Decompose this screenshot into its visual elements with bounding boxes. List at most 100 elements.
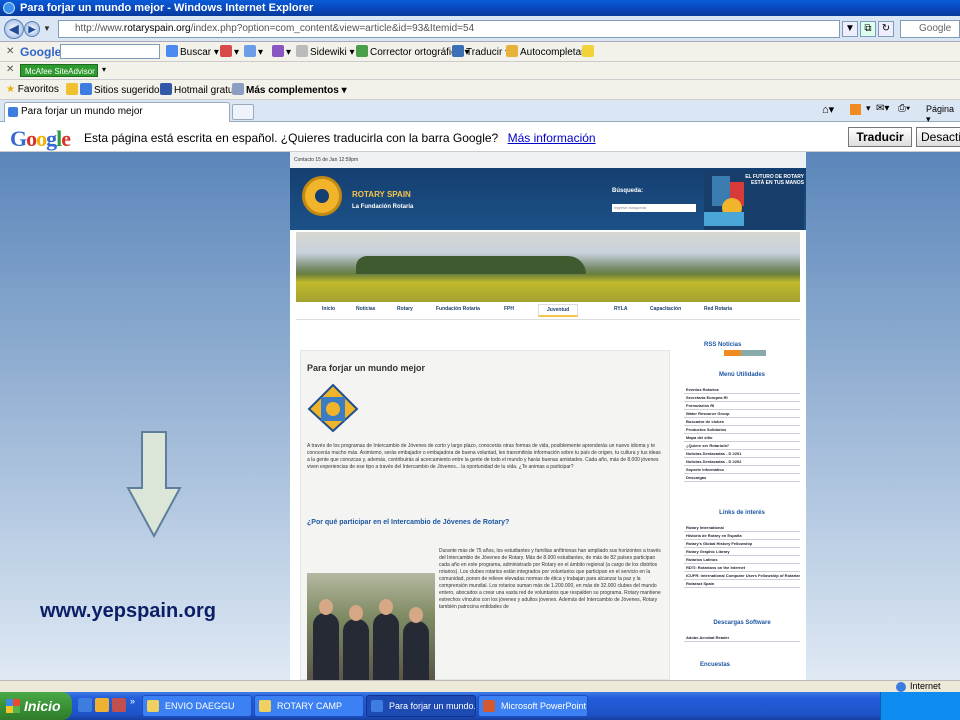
bookmark-button[interactable]: ▾ (220, 45, 239, 59)
menu-utilidades-item[interactable]: Buscador de clubes (684, 418, 800, 426)
student-figure (343, 605, 369, 680)
forward-button[interactable]: ▶ (24, 21, 40, 37)
downloads-item[interactable]: Adobe Acrobat Reader (684, 634, 800, 642)
folder-icon (259, 700, 271, 712)
menu-utilidades-item[interactable]: Descargas (684, 474, 800, 482)
back-button[interactable]: ◀ (4, 19, 24, 39)
site-search-label: Búsqueda: (612, 188, 644, 194)
menu-utilidades-item[interactable]: ¿Quiere ser Rotario/a? (684, 442, 800, 450)
nav-inicio[interactable]: Inicio (322, 306, 335, 312)
site-header: ROTARY SPAIN La Fundación Rotaria Búsque… (290, 168, 806, 230)
links-item[interactable]: ICUFR: International Computer Users Fell… (684, 572, 800, 580)
disable-translate-button[interactable]: Desactiv (916, 127, 960, 147)
addons-icon (232, 83, 244, 95)
home-icon[interactable]: ⌂▾ (822, 103, 834, 116)
share-button[interactable]: ▾ (244, 45, 263, 59)
rotary-youth-exchange-logo (307, 383, 359, 433)
menu-utilidades-item[interactable]: Secretaría Europea RI (684, 394, 800, 402)
nav-noticias[interactable]: Noticias (356, 306, 375, 312)
url-input[interactable]: http://www.rotaryspain.org/index.php?opt… (58, 20, 840, 38)
more-info-link[interactable]: Más información (508, 131, 596, 145)
site-top-bar: Contacto 15 de Jan 12:59pm (290, 152, 806, 168)
task-rotary-camp[interactable]: ROTARY CAMP (254, 695, 364, 717)
links-item[interactable]: Rotary Graphic Library (684, 548, 800, 556)
refresh-icon[interactable]: ↻ (878, 21, 894, 37)
more-addons-link[interactable]: Más complementos ▾ (232, 83, 347, 97)
student-figure (403, 607, 429, 680)
url-dropdown-icon[interactable]: ▼ (842, 21, 858, 37)
task-label: Microsoft PowerPoint ... (501, 701, 588, 711)
outlook-quicklaunch-icon[interactable] (95, 698, 109, 712)
site-search-input[interactable]: Ingrese búsqueda (612, 204, 696, 212)
spellcheck-icon (356, 45, 368, 57)
rss-icon[interactable] (850, 104, 861, 115)
start-button[interactable]: Inicio (0, 692, 72, 720)
task-envio-daeggu[interactable]: ENVIO DAEGGU (142, 695, 252, 717)
url-prefix: http://www. (75, 23, 124, 34)
google-toolbar: ✕ Google Buscar ▾ ▾ ▾ ▾ Sidewiki ▾ Corre… (0, 42, 960, 62)
translate-button[interactable]: Traducir ▾ (452, 45, 510, 59)
task-ie-window[interactable]: Para forjar un mundo... (366, 695, 476, 717)
links-item[interactable]: Rotaract Spain (684, 580, 800, 588)
suggested-sites-link[interactable]: Sitios sugeridos ▾ (80, 83, 172, 97)
menu-utilidades-item[interactable]: Noticias Destacadas - D 2201 (684, 450, 800, 458)
google-logo: Google (10, 126, 71, 151)
translate-page-button[interactable]: Traducir (848, 127, 912, 147)
rss-dropdown-icon[interactable]: ▾ (866, 103, 871, 114)
nav-ryla[interactable]: RYLA (614, 306, 627, 312)
history-dropdown-icon[interactable]: ▼ (43, 24, 51, 33)
nav-capacitacion[interactable]: Capacitación (650, 306, 681, 312)
tab-active[interactable]: Para forjar un mundo mejor (4, 102, 230, 122)
print-icon[interactable]: ⎙▾ (898, 103, 910, 114)
links-item[interactable]: RDTI: Rotarians on the Internet (684, 564, 800, 572)
powerpoint-icon (483, 700, 495, 712)
close-mcafee-icon[interactable]: ✕ (6, 64, 14, 75)
window-title-bar: Para forjar un mundo mejor - Windows Int… (0, 0, 960, 16)
favorites-button[interactable]: ★ Favoritos (6, 83, 59, 97)
menu-utilidades-item[interactable]: Mapa del sitio (684, 434, 800, 442)
compat-view-icon[interactable]: ⧉ (860, 21, 876, 37)
suggested-sites-label: Sitios sugeridos (94, 85, 165, 96)
menu-utilidades-item[interactable]: Water Resource Group (684, 410, 800, 418)
mcafee-dropdown-icon[interactable]: ▾ (102, 65, 106, 74)
nav-juventud[interactable]: Juventud (538, 304, 579, 317)
add-favorite-icon[interactable] (66, 83, 80, 97)
close-toolbar-icon[interactable]: ✕ (6, 45, 14, 59)
links-item[interactable]: Rotarios Latinos (684, 556, 800, 564)
google-search-input[interactable] (60, 44, 160, 59)
media-quicklaunch-icon[interactable] (112, 698, 126, 712)
nav-rotary[interactable]: Rotary (397, 306, 413, 312)
new-tab-button[interactable] (232, 104, 254, 120)
globe-icon (896, 682, 906, 692)
menu-utilidades-item[interactable]: Productos Solidarios (684, 426, 800, 434)
status-bar: Internet (0, 680, 960, 692)
nav-fundacion[interactable]: Fundación Rotaria (436, 306, 480, 312)
rss-badge-icon[interactable] (724, 350, 766, 356)
site-title: ROTARY SPAIN (352, 190, 411, 199)
menu-utilidades-item[interactable]: Soporte Informático (684, 466, 800, 474)
links-item[interactable]: Historia de Rotary en España (684, 532, 800, 540)
nav-red-rotaria[interactable]: Red Rotaria (704, 306, 732, 312)
search-input[interactable]: Google (900, 20, 960, 38)
menu-utilidades-item[interactable]: Formularios RI (684, 402, 800, 410)
ie-quicklaunch-icon[interactable] (78, 698, 92, 712)
rss-news-link[interactable]: RSS Noticias (684, 342, 800, 348)
links-item[interactable]: Rotary's Global History Fellowship (684, 540, 800, 548)
mcafee-siteadvisor-button[interactable]: McAfee SiteAdvisor (20, 64, 98, 77)
url-path: /index.php?option=com_content&view=artic… (190, 23, 475, 34)
sidewiki-button[interactable]: Sidewiki ▾ (296, 45, 355, 59)
mail-icon[interactable]: ✉▾ (876, 103, 889, 114)
highlight-button[interactable] (582, 45, 596, 59)
autofill-button[interactable]: Autocompletar ▾ (506, 45, 592, 59)
pagerank-button[interactable]: ▾ (272, 45, 291, 59)
task-powerpoint[interactable]: Microsoft PowerPoint ... (478, 695, 588, 717)
spellcheck-label: Corrector ortográfico (370, 47, 462, 58)
quicklaunch-more-icon[interactable]: » (130, 696, 135, 706)
buscar-button[interactable]: Buscar ▾ (166, 45, 219, 59)
links-item[interactable]: Rotary International (684, 524, 800, 532)
browser-viewport: www.yepspain.org Contacto 15 de Jan 12:5… (0, 152, 960, 680)
menu-utilidades-item[interactable]: Noticias Destacadas - D 2202 (684, 458, 800, 466)
menu-utilidades-item[interactable]: Eventos Rotarios (684, 386, 800, 394)
address-bar: ◀ ▶ ▼ http://www.rotaryspain.org/index.p… (0, 16, 960, 42)
nav-fph[interactable]: FPH (504, 306, 514, 312)
